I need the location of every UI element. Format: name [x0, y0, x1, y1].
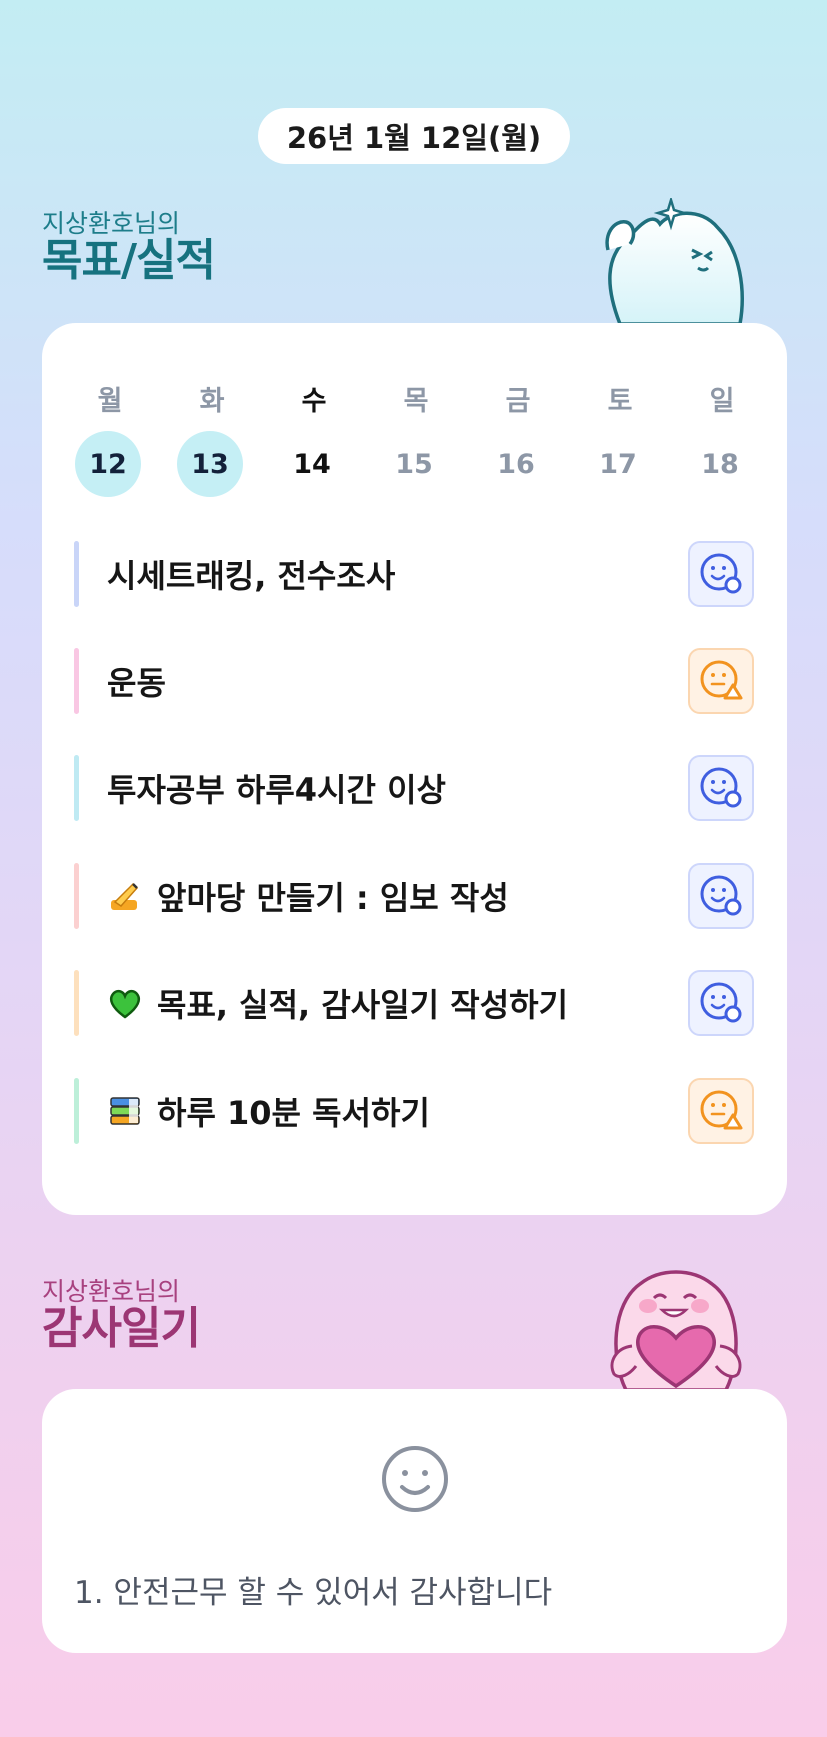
date-label: 26년 1월 12일(월): [286, 121, 542, 155]
day-14-button[interactable]: 14: [279, 431, 345, 497]
gratitude-title: 감사일기: [42, 1302, 201, 1354]
mid-icon: [700, 1090, 743, 1130]
good-icon: [700, 982, 742, 1023]
goal-status-mid-button[interactable]: [688, 648, 754, 714]
day-12-button[interactable]: 12: [75, 431, 141, 497]
date-pill[interactable]: 26년 1월 12일(월): [258, 108, 570, 164]
dow-thu: 목: [403, 386, 429, 417]
dow-sat: 토: [607, 386, 633, 417]
gratitude-card[interactable]: 1. 안전근무 할 수 있어서 감사합니다: [42, 1389, 787, 1653]
dow-wed: 수: [301, 386, 327, 417]
dow-tue: 화: [199, 386, 225, 417]
goal-status-good-button[interactable]: [688, 755, 754, 821]
day-18-button[interactable]: 18: [687, 431, 753, 497]
goal-label: 하루 10분 독서하기: [107, 1088, 430, 1134]
smile-face-icon: [382, 1446, 448, 1512]
dow-sun: 일: [709, 386, 735, 417]
books-icon: [110, 1097, 140, 1125]
goal-color-bar: [74, 648, 79, 714]
good-icon: [700, 875, 742, 916]
goal-row[interactable]: 운동: [74, 648, 754, 714]
good-icon: [700, 767, 742, 808]
gratitude-owner: 지상환호님의: [42, 1277, 181, 1306]
goal-label: 투자공부 하루4시간 이상: [107, 771, 446, 809]
day-13-button[interactable]: 13: [177, 431, 243, 497]
day-16-button[interactable]: 16: [483, 431, 549, 497]
goal-status-mid-button[interactable]: [688, 1078, 754, 1144]
ghost-mascot-icon: [605, 198, 744, 324]
goal-row[interactable]: 투자공부 하루4시간 이상: [74, 755, 754, 821]
green-heart-icon: [109, 989, 141, 1019]
goal-color-bar: [74, 970, 79, 1036]
day-15-button[interactable]: 15: [381, 431, 447, 497]
goal-color-bar: [74, 755, 79, 821]
goal-row[interactable]: 시세트래킹, 전수조사: [74, 541, 754, 607]
goals-owner: 지상환호님의: [42, 209, 181, 238]
dow-fri: 금: [505, 386, 531, 417]
goal-color-bar: [74, 1078, 79, 1144]
goals-title: 목표/실적: [42, 234, 216, 286]
gratitude-section-label: 지상환호님의 감사일기: [42, 1277, 201, 1354]
goal-row[interactable]: 목표, 실적, 감사일기 작성하기: [74, 970, 754, 1036]
gratitude-entry: 1. 안전근무 할 수 있어서 감사합니다: [74, 1575, 553, 1611]
goal-label: 시세트래킹, 전수조사: [107, 557, 396, 595]
goal-color-bar: [74, 863, 79, 929]
mid-icon: [700, 660, 743, 700]
goal-status-good-button[interactable]: [688, 541, 754, 607]
pink-mascot-icon: [610, 1270, 742, 1390]
good-icon: [700, 553, 742, 594]
goal-status-good-button[interactable]: [688, 863, 754, 929]
writing-hand-icon: [111, 882, 139, 910]
goal-label: 앞마당 만들기 : 임보 작성: [107, 873, 509, 919]
goal-label: 목표, 실적, 감사일기 작성하기: [107, 980, 568, 1026]
goal-row[interactable]: 앞마당 만들기 : 임보 작성: [74, 863, 754, 929]
goal-color-bar: [74, 541, 79, 607]
dow-mon: 월: [97, 386, 123, 417]
goal-label: 운동: [107, 664, 166, 702]
goal-status-good-button[interactable]: [688, 970, 754, 1036]
goals-card: 월 화 수 목 금 토 일 12 13 14 15 16 17 18 시세트래킹…: [42, 323, 787, 1215]
day-17-button[interactable]: 17: [585, 431, 651, 497]
goals-section-label: 지상환호님의 목표/실적: [42, 209, 216, 286]
goal-row[interactable]: 하루 10분 독서하기: [74, 1078, 754, 1144]
